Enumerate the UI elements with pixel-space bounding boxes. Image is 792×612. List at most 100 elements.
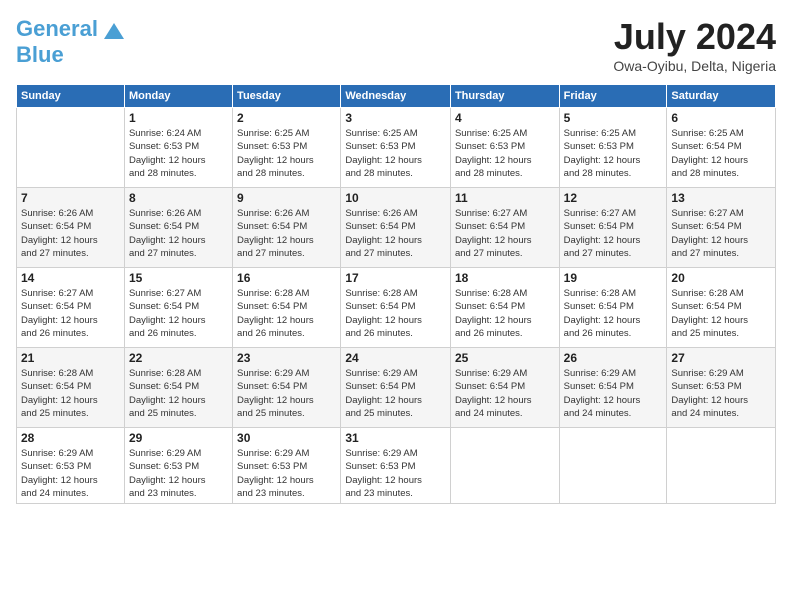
- day-info: Sunrise: 6:29 AMSunset: 6:53 PMDaylight:…: [345, 447, 446, 500]
- day-number: 6: [671, 111, 771, 125]
- calendar-cell: 30Sunrise: 6:29 AMSunset: 6:53 PMDayligh…: [233, 428, 341, 504]
- day-info: Sunrise: 6:25 AMSunset: 6:53 PMDaylight:…: [237, 127, 336, 180]
- day-info: Sunrise: 6:25 AMSunset: 6:54 PMDaylight:…: [671, 127, 771, 180]
- day-number: 2: [237, 111, 336, 125]
- day-info: Sunrise: 6:28 AMSunset: 6:54 PMDaylight:…: [345, 287, 446, 340]
- day-number: 3: [345, 111, 446, 125]
- day-info: Sunrise: 6:28 AMSunset: 6:54 PMDaylight:…: [21, 367, 120, 420]
- calendar-cell: 16Sunrise: 6:28 AMSunset: 6:54 PMDayligh…: [233, 268, 341, 348]
- day-info: Sunrise: 6:29 AMSunset: 6:54 PMDaylight:…: [345, 367, 446, 420]
- day-number: 13: [671, 191, 771, 205]
- calendar-day-header: Friday: [559, 85, 667, 108]
- day-number: 26: [564, 351, 663, 365]
- calendar-day-header: Tuesday: [233, 85, 341, 108]
- day-number: 10: [345, 191, 446, 205]
- day-number: 20: [671, 271, 771, 285]
- calendar-cell: 31 Sunrise: 6:29 AMSunset: 6:53 PMDayligh…: [341, 428, 451, 504]
- header: General Blue July 2024 Owa-Oyibu, Delta,…: [16, 16, 776, 74]
- day-info: Sunrise: 6:29 AMSunset: 6:54 PMDaylight:…: [564, 367, 663, 420]
- calendar-day-header: Saturday: [667, 85, 776, 108]
- day-number: 12: [564, 191, 663, 205]
- calendar-cell: 4 Sunrise: 6:25 AMSunset: 6:53 PMDaylight…: [450, 108, 559, 188]
- day-number: 25: [455, 351, 555, 365]
- day-info: Sunrise: 6:27 AMSunset: 6:54 PMDaylight:…: [129, 287, 228, 340]
- day-info: Sunrise: 6:27 AMSunset: 6:54 PMDaylight:…: [671, 207, 771, 260]
- day-info: Sunrise: 6:26 AMSunset: 6:54 PMDaylight:…: [345, 207, 446, 260]
- day-info: Sunrise: 6:28 AMSunset: 6:54 PMDaylight:…: [671, 287, 771, 340]
- calendar-cell: 8 Sunrise: 6:26 AMSunset: 6:54 PMDaylight…: [124, 188, 232, 268]
- calendar-day-header: Wednesday: [341, 85, 451, 108]
- calendar-cell: 2 Sunrise: 6:25 AMSunset: 6:53 PMDaylight…: [233, 108, 341, 188]
- day-info: Sunrise: 6:29 AMSunset: 6:54 PMDaylight:…: [455, 367, 555, 420]
- day-number: 7: [21, 191, 120, 205]
- day-info: Sunrise: 6:25 AMSunset: 6:53 PMDaylight:…: [345, 127, 446, 180]
- day-number: 29: [129, 431, 228, 445]
- day-number: 23: [237, 351, 336, 365]
- calendar-day-header: Thursday: [450, 85, 559, 108]
- day-number: 4: [455, 111, 555, 125]
- calendar-cell: 18Sunrise: 6:28 AMSunset: 6:54 PMDayligh…: [450, 268, 559, 348]
- title-block: July 2024 Owa-Oyibu, Delta, Nigeria: [613, 16, 776, 74]
- day-number: 22: [129, 351, 228, 365]
- calendar-cell: 28 Sunrise: 6:29 AMSunset: 6:53 PMDayligh…: [17, 428, 125, 504]
- calendar-cell: 19 Sunrise: 6:28 AMSunset: 6:54 PMDayligh…: [559, 268, 667, 348]
- day-info: Sunrise: 6:25 AMSunset: 6:53 PMDaylight:…: [455, 127, 555, 180]
- calendar-cell: 26 Sunrise: 6:29 AMSunset: 6:54 PMDayligh…: [559, 348, 667, 428]
- day-number: 9: [237, 191, 336, 205]
- day-number: 11: [455, 191, 555, 205]
- calendar-cell: 11 Sunrise: 6:27 AMSunset: 6:54 PMDayligh…: [450, 188, 559, 268]
- day-info: Sunrise: 6:28 AMSunset: 6:54 PMDaylight:…: [129, 367, 228, 420]
- day-info: Sunrise: 6:28 AMSunset: 6:54 PMDaylight:…: [455, 287, 555, 340]
- calendar-cell: 21 Sunrise: 6:28 AMSunset: 6:54 PMDayligh…: [17, 348, 125, 428]
- logo-arrow-icon: [100, 19, 128, 47]
- day-number: 8: [129, 191, 228, 205]
- calendar-table: SundayMondayTuesdayWednesdayThursdayFrid…: [16, 84, 776, 504]
- calendar-cell: [17, 108, 125, 188]
- day-info: Sunrise: 6:25 AMSunset: 6:53 PMDaylight:…: [564, 127, 663, 180]
- day-info: Sunrise: 6:24 AMSunset: 6:53 PMDaylight:…: [129, 127, 228, 180]
- day-info: Sunrise: 6:28 AMSunset: 6:54 PMDaylight:…: [237, 287, 336, 340]
- day-info: Sunrise: 6:26 AMSunset: 6:54 PMDaylight:…: [21, 207, 120, 260]
- day-info: Sunrise: 6:27 AMSunset: 6:54 PMDaylight:…: [564, 207, 663, 260]
- day-info: Sunrise: 6:29 AMSunset: 6:53 PMDaylight:…: [129, 447, 228, 500]
- day-number: 17: [345, 271, 446, 285]
- day-number: 21: [21, 351, 120, 365]
- day-number: 14: [21, 271, 120, 285]
- logo-text: General Blue: [16, 16, 98, 68]
- calendar-cell: [667, 428, 776, 504]
- day-info: Sunrise: 6:28 AMSunset: 6:54 PMDaylight:…: [564, 287, 663, 340]
- day-info: Sunrise: 6:29 AMSunset: 6:53 PMDaylight:…: [21, 447, 120, 500]
- calendar-cell: 6 Sunrise: 6:25 AMSunset: 6:54 PMDaylight…: [667, 108, 776, 188]
- day-info: Sunrise: 6:26 AMSunset: 6:54 PMDaylight:…: [129, 207, 228, 260]
- day-info: Sunrise: 6:29 AMSunset: 6:53 PMDaylight:…: [237, 447, 336, 500]
- calendar-cell: 25 Sunrise: 6:29 AMSunset: 6:54 PMDayligh…: [450, 348, 559, 428]
- calendar-cell: 15 Sunrise: 6:27 AMSunset: 6:54 PMDayligh…: [124, 268, 232, 348]
- page: General Blue July 2024 Owa-Oyibu, Delta,…: [0, 0, 792, 612]
- calendar-cell: 10 Sunrise: 6:26 AMSunset: 6:54 PMDayligh…: [341, 188, 451, 268]
- calendar-cell: 29 Sunrise: 6:29 AMSunset: 6:53 PMDayligh…: [124, 428, 232, 504]
- calendar-cell: 22 Sunrise: 6:28 AMSunset: 6:54 PMDayligh…: [124, 348, 232, 428]
- calendar-day-header: Monday: [124, 85, 232, 108]
- calendar-cell: 27Sunrise: 6:29 AMSunset: 6:53 PMDayligh…: [667, 348, 776, 428]
- logo-general: General: [16, 16, 98, 41]
- month-year: July 2024: [613, 16, 776, 58]
- day-number: 27: [671, 351, 771, 365]
- calendar-cell: 5 Sunrise: 6:25 AMSunset: 6:53 PMDaylight…: [559, 108, 667, 188]
- day-number: 5: [564, 111, 663, 125]
- calendar-cell: 17 Sunrise: 6:28 AMSunset: 6:54 PMDayligh…: [341, 268, 451, 348]
- calendar-cell: 12 Sunrise: 6:27 AMSunset: 6:54 PMDayligh…: [559, 188, 667, 268]
- day-number: 28: [21, 431, 120, 445]
- day-number: 15: [129, 271, 228, 285]
- day-number: 1: [129, 111, 228, 125]
- calendar-cell: 13 Sunrise: 6:27 AMSunset: 6:54 PMDayligh…: [667, 188, 776, 268]
- day-number: 19: [564, 271, 663, 285]
- day-info: Sunrise: 6:27 AMSunset: 6:54 PMDaylight:…: [455, 207, 555, 260]
- calendar-cell: [559, 428, 667, 504]
- calendar-cell: 24Sunrise: 6:29 AMSunset: 6:54 PMDayligh…: [341, 348, 451, 428]
- calendar-day-header: Sunday: [17, 85, 125, 108]
- location: Owa-Oyibu, Delta, Nigeria: [613, 58, 776, 74]
- logo: General Blue: [16, 16, 128, 68]
- calendar-cell: 14Sunrise: 6:27 AMSunset: 6:54 PMDayligh…: [17, 268, 125, 348]
- logo-blue: Blue: [16, 42, 64, 67]
- day-number: 31: [345, 431, 446, 445]
